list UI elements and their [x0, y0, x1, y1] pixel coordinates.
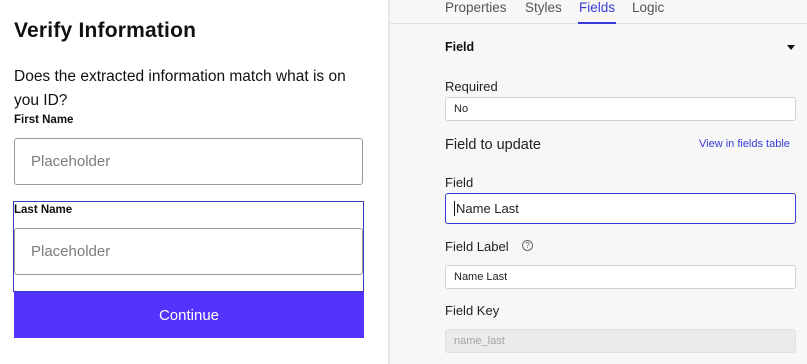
- first-name-label: First Name: [14, 114, 74, 126]
- field-label-input[interactable]: Name Last: [445, 265, 796, 289]
- section-collapse-chevron-icon[interactable]: [787, 45, 795, 50]
- text-cursor: [454, 201, 455, 216]
- properties-panel: Properties Styles Fields Logic Field Req…: [390, 0, 807, 364]
- required-label: Required: [445, 79, 498, 94]
- form-preview: Verify Information Does the extracted in…: [0, 0, 388, 364]
- panel-tabs: Properties Styles Fields Logic: [390, 0, 807, 24]
- tab-fields[interactable]: Fields: [579, 0, 615, 16]
- help-icon[interactable]: ?: [522, 240, 533, 251]
- active-tab-indicator: [578, 22, 616, 24]
- continue-button[interactable]: Continue: [14, 292, 364, 338]
- view-in-fields-table-link[interactable]: View in fields table: [699, 138, 790, 150]
- verify-question: Does the extracted information match wha…: [14, 68, 346, 109]
- tab-properties[interactable]: Properties: [445, 0, 507, 16]
- first-name-input[interactable]: [14, 138, 363, 185]
- last-name-input[interactable]: [14, 228, 363, 275]
- field-key-input: name_last: [445, 329, 796, 353]
- field-label: Field: [445, 175, 474, 190]
- field-to-update-heading: Field to update: [445, 137, 541, 153]
- field-select[interactable]: Name Last: [445, 193, 796, 224]
- tab-logic[interactable]: Logic: [632, 0, 664, 16]
- required-select[interactable]: No: [445, 97, 796, 121]
- page-title: Verify Information: [14, 19, 197, 42]
- required-select-value: No: [454, 103, 469, 115]
- last-name-label: Last Name: [14, 204, 73, 216]
- field-select-value: Name Last: [456, 201, 519, 216]
- tab-styles[interactable]: Styles: [525, 0, 562, 16]
- field-key-label: Field Key: [445, 303, 500, 318]
- field-label-label: Field Label: [445, 239, 509, 254]
- field-section-title: Field: [445, 40, 475, 54]
